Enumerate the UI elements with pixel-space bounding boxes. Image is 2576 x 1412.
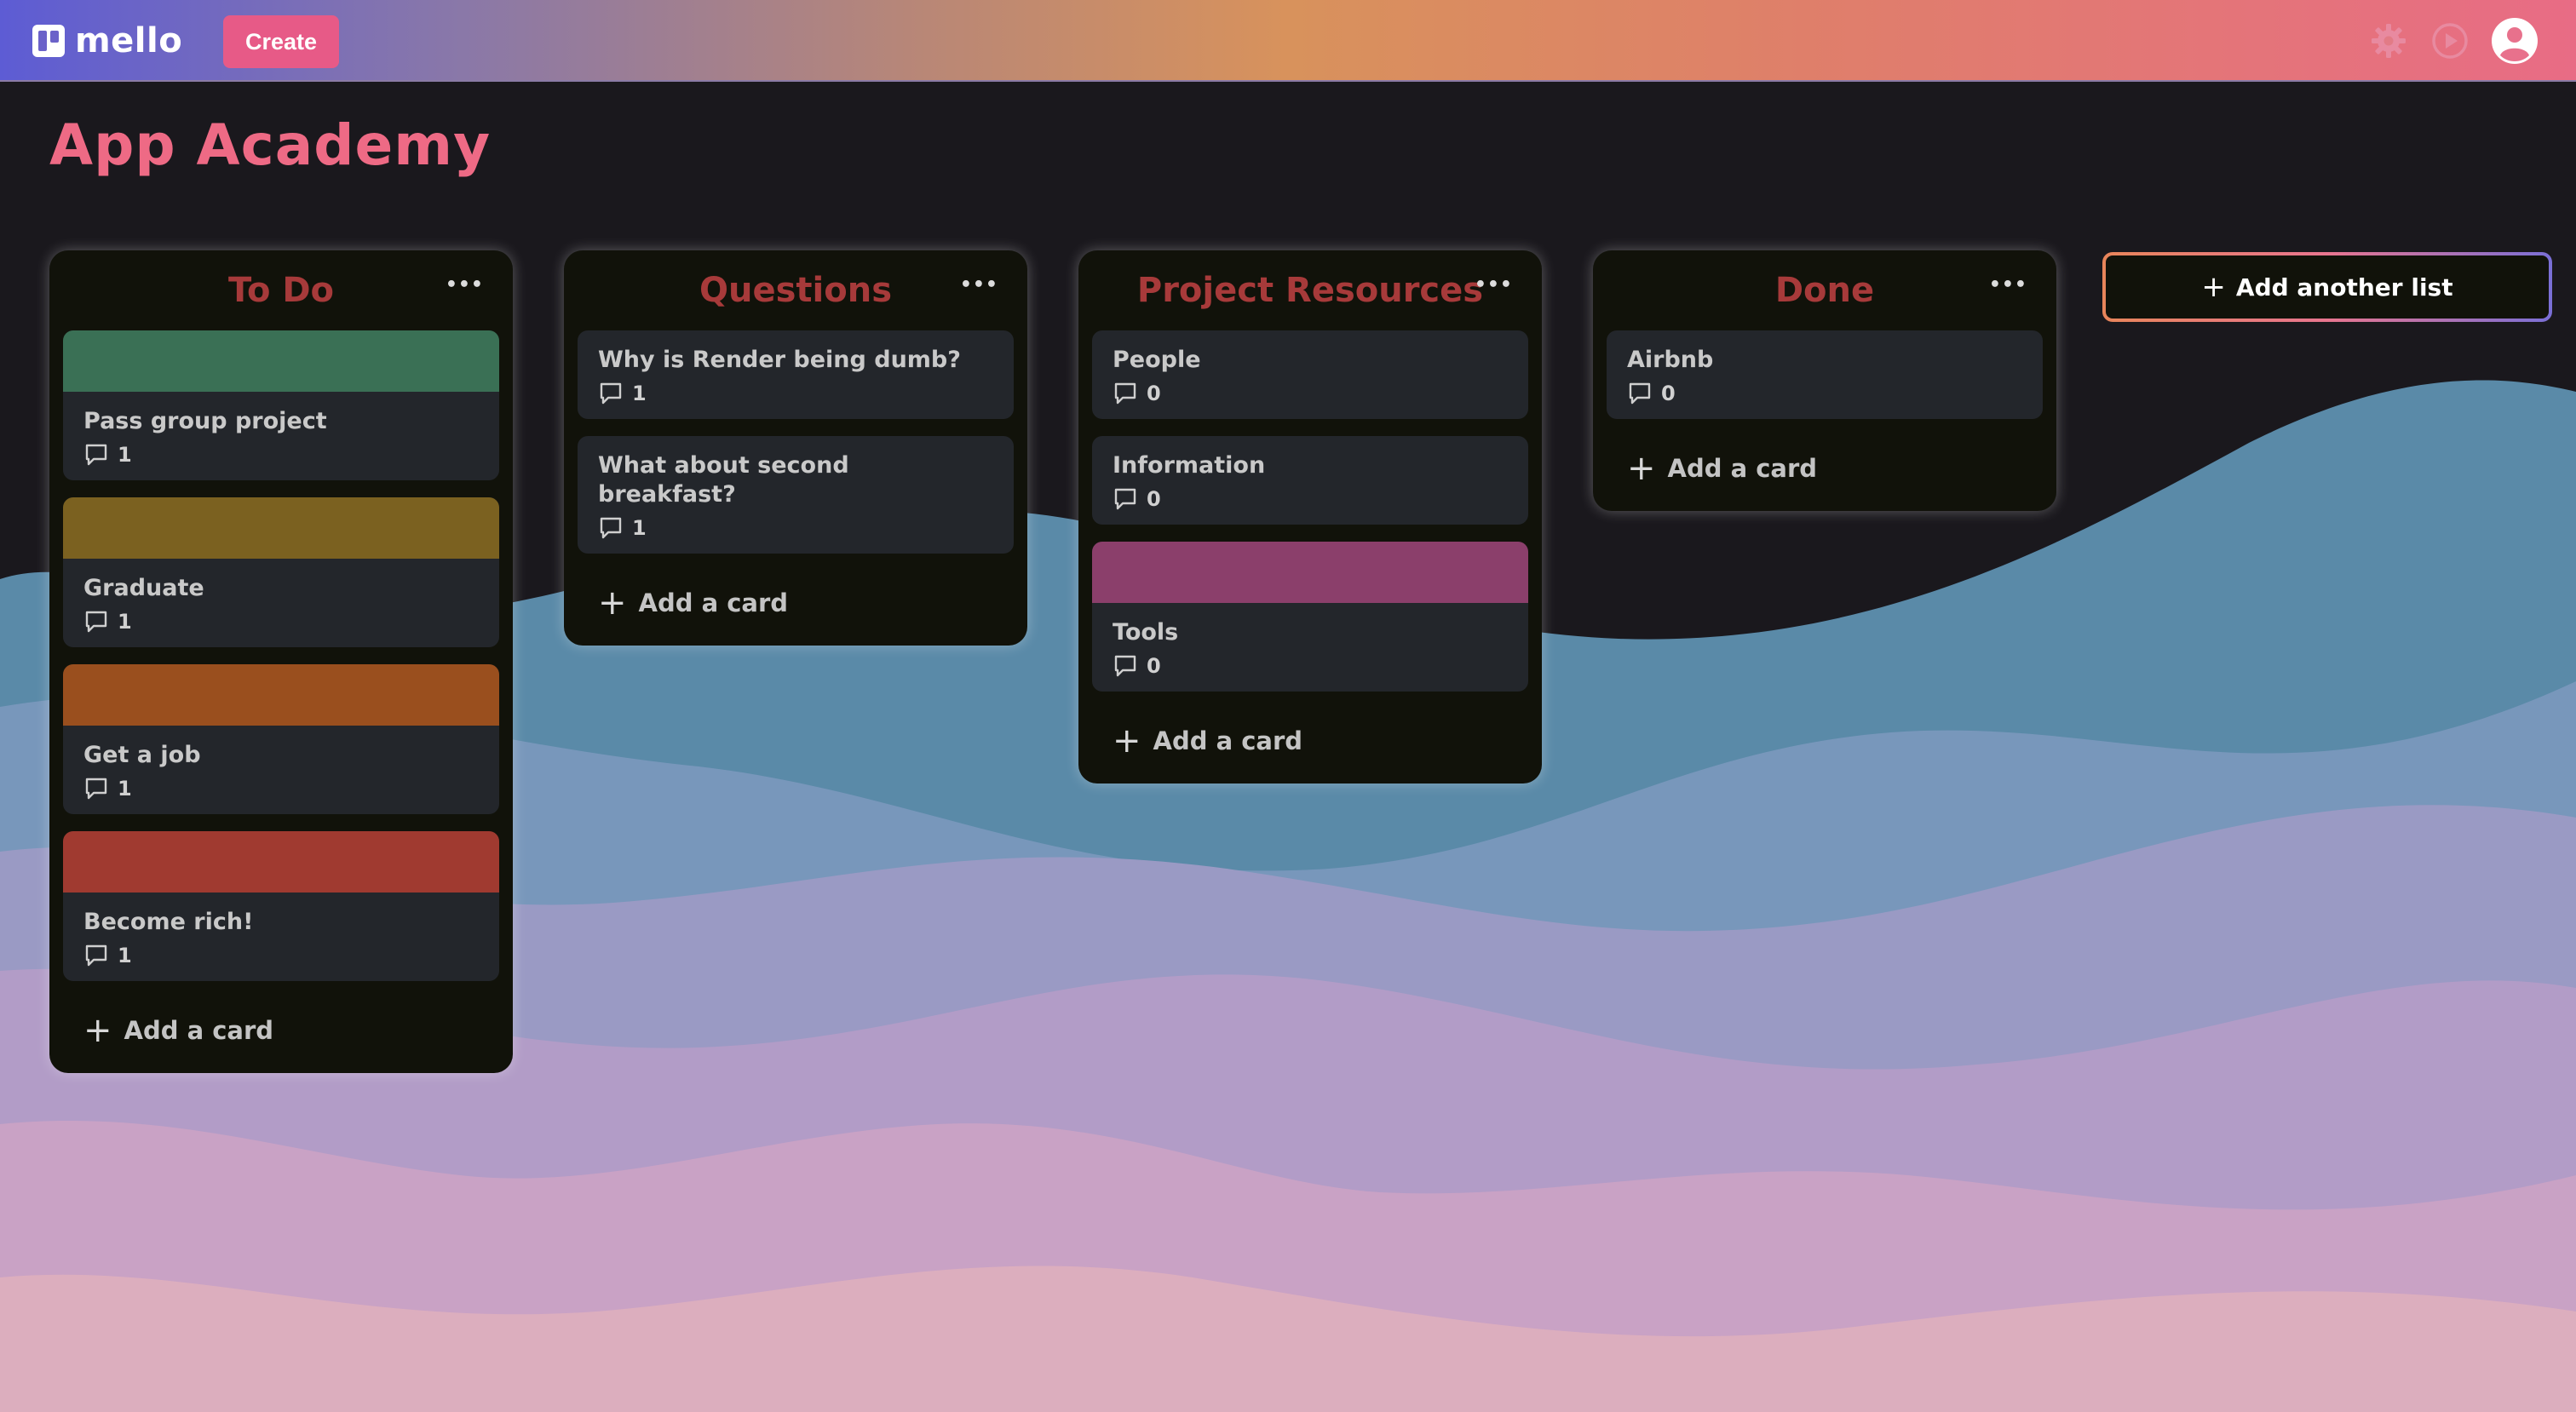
list-title[interactable]: Project Resources	[1137, 271, 1483, 310]
add-another-list-button[interactable]: + Add another list	[2102, 252, 2552, 322]
comment-count: 1	[118, 610, 132, 634]
card-comments: 0	[1113, 382, 1508, 405]
card-comments: 1	[83, 443, 479, 467]
list-title[interactable]: Questions	[699, 271, 892, 310]
add-card-label: Add a card	[638, 588, 789, 617]
comment-icon	[600, 382, 622, 405]
card-comments: 1	[598, 516, 993, 540]
card-title: Graduate	[83, 575, 204, 601]
board-page: mello Create App Academy To Do ••• Pass …	[0, 0, 2576, 1412]
comment-count: 1	[118, 944, 132, 967]
card-title: Become rich!	[83, 909, 254, 935]
plus-icon: +	[1627, 449, 1656, 488]
list-to-do: To Do ••• Pass group project 1 Graduate …	[49, 250, 513, 1073]
comment-count: 0	[1147, 654, 1161, 678]
list-title[interactable]: Done	[1775, 271, 1874, 310]
comment-icon	[1114, 488, 1136, 510]
card-cover	[63, 330, 499, 392]
comment-icon	[1114, 655, 1136, 677]
comment-count: 0	[1147, 382, 1161, 405]
card-title: Why is Render being dumb?	[598, 347, 961, 373]
card-cover	[63, 664, 499, 726]
add-card-button[interactable]: + Add a card	[1607, 436, 2043, 491]
gear-icon[interactable]	[2368, 20, 2409, 61]
comment-count: 1	[118, 443, 132, 467]
card-comments: 0	[1627, 382, 2022, 405]
card[interactable]: Get a job 1	[63, 664, 499, 814]
comment-count: 1	[632, 516, 647, 540]
comment-icon	[85, 444, 107, 466]
list-done: Done ••• Airbnb 0 + Add a card	[1593, 250, 2056, 511]
card-title: Airbnb	[1627, 347, 1714, 373]
card[interactable]: Become rich! 1	[63, 831, 499, 981]
card-comments: 0	[1113, 487, 1508, 511]
top-navbar: mello Create	[0, 0, 2576, 82]
list-title[interactable]: To Do	[228, 271, 334, 310]
brand-name: mello	[75, 21, 183, 60]
card-comments: 0	[1113, 654, 1508, 678]
card-comments: 1	[598, 382, 993, 405]
card-comments: 1	[83, 777, 479, 801]
comment-icon	[1114, 382, 1136, 405]
card[interactable]: What about second breakfast? 1	[578, 436, 1014, 554]
add-card-button[interactable]: + Add a card	[578, 571, 1014, 625]
plus-icon: +	[1113, 721, 1141, 761]
comment-icon	[85, 611, 107, 633]
board-title: App Academy	[49, 112, 492, 178]
list-menu-icon[interactable]: •••	[960, 274, 998, 296]
card-comments: 1	[83, 944, 479, 967]
card-title: Information	[1113, 452, 1266, 479]
user-avatar-icon[interactable]	[2491, 17, 2539, 65]
comment-count: 1	[632, 382, 647, 405]
card-title: What about second breakfast?	[598, 452, 849, 508]
list-header: Questions •••	[578, 250, 1014, 330]
card[interactable]: Graduate 1	[63, 497, 499, 647]
add-card-label: Add a card	[1667, 454, 1818, 483]
card[interactable]: People 0	[1092, 330, 1528, 419]
create-button[interactable]: Create	[223, 15, 339, 68]
play-icon[interactable]	[2429, 20, 2470, 61]
list-menu-icon[interactable]: •••	[1475, 274, 1513, 296]
card[interactable]: Why is Render being dumb? 1	[578, 330, 1014, 419]
card-comments: 1	[83, 610, 479, 634]
card-title: Get a job	[83, 742, 201, 768]
list-questions: Questions ••• Why is Render being dumb? …	[564, 250, 1027, 646]
add-card-label: Add a card	[1153, 726, 1303, 755]
list-header: Project Resources •••	[1092, 250, 1528, 330]
card[interactable]: Airbnb 0	[1607, 330, 2043, 419]
comment-icon	[600, 517, 622, 539]
card[interactable]: Tools 0	[1092, 542, 1528, 692]
comment-icon	[1629, 382, 1651, 405]
card-title: People	[1113, 347, 1201, 373]
card-cover	[1092, 542, 1528, 603]
comment-icon	[85, 944, 107, 967]
card-title: Tools	[1113, 619, 1179, 646]
list-project-resources: Project Resources ••• People 0 Informati…	[1078, 250, 1542, 783]
card[interactable]: Information 0	[1092, 436, 1528, 525]
plus-icon: +	[598, 583, 627, 623]
comment-count: 0	[1147, 487, 1161, 511]
card-title: Pass group project	[83, 408, 327, 434]
list-menu-icon[interactable]: •••	[1989, 274, 2027, 296]
add-list-label: Add another list	[2235, 273, 2453, 301]
add-card-button[interactable]: + Add a card	[1092, 709, 1528, 763]
comment-icon	[85, 778, 107, 800]
board-logo-icon	[32, 25, 65, 57]
plus-icon: +	[2201, 270, 2226, 304]
card[interactable]: Pass group project 1	[63, 330, 499, 480]
add-card-button[interactable]: + Add a card	[63, 998, 499, 1053]
plus-icon: +	[83, 1011, 112, 1050]
comment-count: 0	[1661, 382, 1676, 405]
list-menu-icon[interactable]: •••	[446, 274, 484, 296]
comment-count: 1	[118, 777, 132, 801]
add-card-label: Add a card	[124, 1016, 274, 1045]
list-header: To Do •••	[63, 250, 499, 330]
card-cover	[63, 497, 499, 559]
list-header: Done •••	[1607, 250, 2043, 330]
brand[interactable]: mello	[32, 17, 182, 65]
card-cover	[63, 831, 499, 893]
